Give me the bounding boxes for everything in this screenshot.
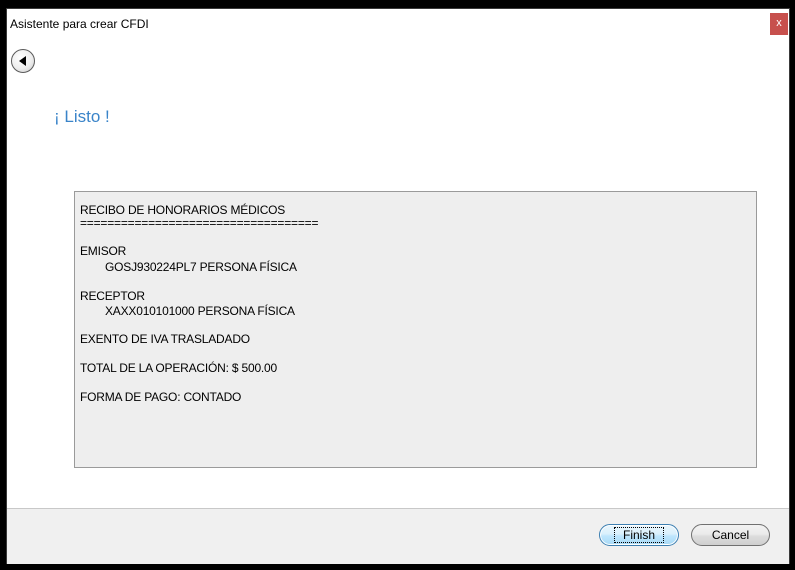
emisor-value: GOSJ930224PL7 PERSONA FÍSICA	[105, 260, 297, 274]
summary-separator: ===================================	[80, 216, 319, 230]
total-line: TOTAL DE LA OPERACIÓN: $ 500.00	[80, 361, 277, 375]
finish-button[interactable]: Finish	[599, 524, 679, 546]
summary-title: RECIBO DE HONORARIOS MÉDICOS	[80, 203, 286, 217]
title-bar: Asistente para crear CFDI x	[7, 9, 789, 35]
back-button[interactable]	[11, 49, 35, 73]
close-button[interactable]: x	[770, 13, 788, 35]
wizard-window: Asistente para crear CFDI x ¡ Listo ! RE…	[6, 8, 790, 564]
back-arrow-icon	[19, 56, 26, 66]
page-heading: ¡ Listo !	[54, 107, 110, 126]
iva-line: EXENTO DE IVA TRASLADADO	[80, 332, 250, 346]
finish-button-label: Finish	[613, 527, 664, 543]
forma-pago-line: FORMA DE PAGO: CONTADO	[80, 390, 242, 404]
summary-box: RECIBO DE HONORARIOS MÉDICOS ===========…	[74, 191, 757, 468]
receptor-label: RECEPTOR	[80, 289, 145, 303]
emisor-label: EMISOR	[80, 244, 127, 258]
footer-bar: Finish Cancel	[7, 508, 789, 564]
window-title: Asistente para crear CFDI	[10, 17, 149, 31]
receptor-value: XAXX010101000 PERSONA FÍSICA	[105, 304, 295, 318]
cancel-button[interactable]: Cancel	[691, 524, 770, 546]
